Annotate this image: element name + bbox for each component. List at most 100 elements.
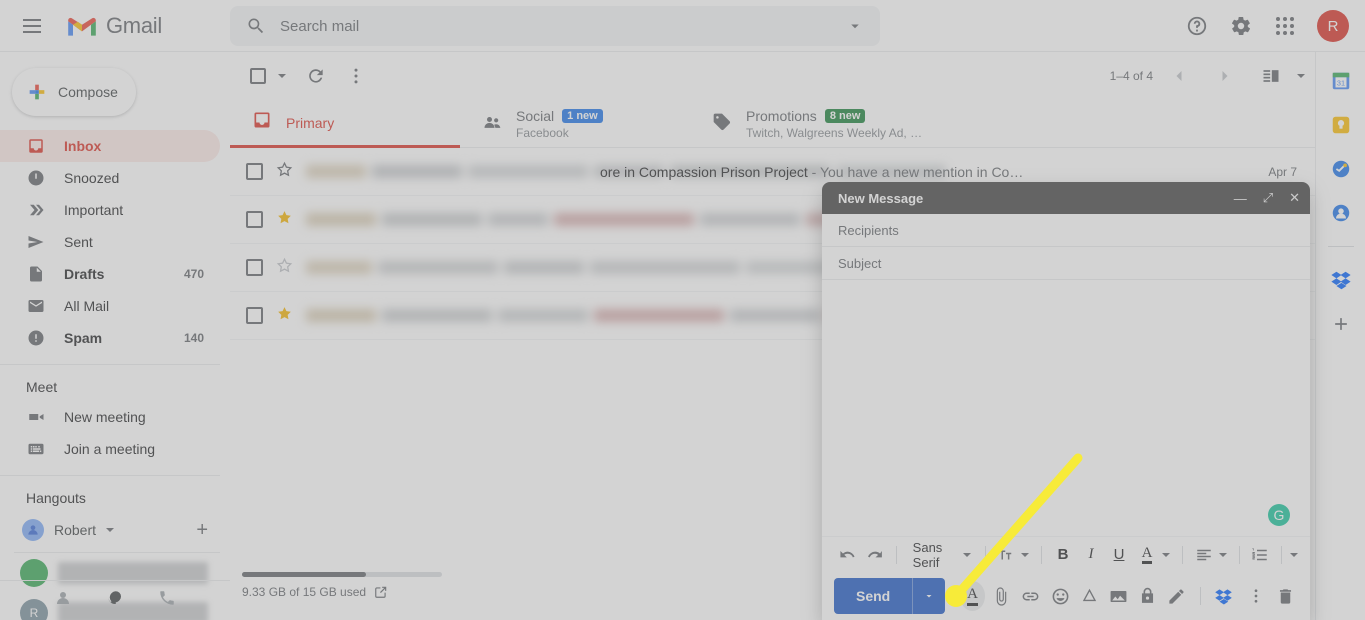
hangouts-add-icon[interactable]: + (196, 519, 208, 542)
select-all-checkbox[interactable] (238, 56, 278, 96)
person-icon[interactable] (54, 589, 72, 612)
select-all-caret-icon[interactable] (278, 74, 286, 78)
video-camera-icon (26, 408, 46, 426)
sidebar-item-inbox[interactable]: Inbox (0, 130, 220, 162)
numbered-list-icon[interactable] (1247, 542, 1273, 568)
hangouts-user[interactable]: Robert + (0, 512, 230, 548)
recipients-field[interactable]: Recipients (822, 214, 1310, 247)
dropbox-icon[interactable] (1330, 269, 1352, 291)
gear-icon[interactable] (1221, 6, 1261, 46)
phone-icon[interactable] (158, 589, 176, 612)
font-family-caret-icon[interactable] (962, 552, 971, 557)
text-color-icon[interactable]: A (1134, 542, 1160, 568)
expand-icon[interactable]: ⤢ (1263, 190, 1273, 206)
sidebar-item-spam[interactable]: Spam 140 (0, 322, 220, 354)
redo-icon[interactable] (862, 542, 888, 568)
row-checkbox[interactable] (246, 163, 263, 180)
undo-icon[interactable] (834, 542, 860, 568)
insert-emoji-icon[interactable] (1048, 581, 1073, 611)
tab-primary[interactable]: Primary (230, 100, 460, 148)
google-contacts-icon[interactable] (1330, 202, 1352, 224)
sidebar-item-drafts[interactable]: Drafts 470 (0, 258, 220, 290)
google-tasks-icon[interactable] (1330, 158, 1352, 180)
google-drive-icon[interactable] (1077, 581, 1102, 611)
apps-grid-icon[interactable] (1265, 6, 1305, 46)
checkbox-icon (250, 68, 266, 84)
discard-draft-icon[interactable] (1273, 581, 1298, 611)
hangouts-footer (0, 580, 230, 620)
toolbar-divider (1238, 545, 1240, 564)
split-pane-caret-icon[interactable] (1297, 74, 1305, 78)
message-body[interactable]: G (822, 280, 1310, 536)
insert-signature-icon[interactable] (1164, 581, 1189, 611)
subject-placeholder: Subject (838, 255, 882, 271)
refresh-button[interactable] (296, 56, 336, 96)
underline-button[interactable]: U (1106, 542, 1132, 568)
sidebar-item-sent[interactable]: Sent (0, 226, 220, 258)
google-keep-icon[interactable] (1330, 114, 1352, 136)
close-icon[interactable]: ✕ (1289, 190, 1300, 206)
align-caret-icon[interactable] (1218, 552, 1227, 557)
hamburger-icon[interactable] (8, 2, 56, 50)
sidebar-item-all-mail[interactable]: All Mail (0, 290, 220, 322)
compose-button[interactable]: Compose (12, 68, 136, 116)
star-icon[interactable] (275, 304, 294, 328)
compose-header[interactable]: New Message — ⤢ ✕ (822, 182, 1310, 214)
next-page-button[interactable] (1205, 56, 1245, 96)
avatar[interactable]: R (1317, 10, 1349, 42)
font-size-caret-icon[interactable] (1021, 552, 1030, 557)
row-checkbox[interactable] (246, 211, 263, 228)
minimize-icon[interactable]: — (1234, 191, 1247, 206)
more-formatting-caret-icon[interactable] (1290, 552, 1299, 557)
insert-photo-icon[interactable] (1106, 581, 1131, 611)
text-color-caret-icon[interactable] (1162, 552, 1171, 557)
category-tabs: Primary Social 1 new Facebook Promotions (230, 100, 1315, 148)
google-calendar-icon[interactable]: 31 (1330, 70, 1352, 92)
confidential-mode-icon[interactable] (1135, 581, 1160, 611)
grammarly-icon[interactable]: G (1268, 504, 1290, 526)
gmail-logo[interactable]: Gmail (66, 13, 162, 39)
plus-icon (29, 84, 45, 100)
hangouts-icon[interactable] (106, 589, 124, 612)
help-icon[interactable] (1177, 6, 1217, 46)
sidebar-item-join-meeting[interactable]: Join a meeting (0, 433, 220, 465)
sidebar-item-snoozed[interactable]: Snoozed (0, 162, 220, 194)
insert-link-icon[interactable] (1018, 581, 1043, 611)
send-button[interactable]: Send (834, 578, 946, 614)
dropbox-icon[interactable] (1210, 581, 1235, 611)
star-icon[interactable] (275, 160, 294, 184)
formatting-toolbar: Sans Serif B I U A (822, 536, 1310, 572)
search-input[interactable] (280, 17, 846, 35)
bold-button[interactable]: B (1050, 542, 1076, 568)
tab-promotions[interactable]: Promotions 8 new Twitch, Walgreens Weekl… (690, 100, 944, 148)
action-divider (1199, 587, 1201, 605)
star-icon[interactable] (275, 208, 294, 232)
more-options-button[interactable] (336, 56, 376, 96)
add-addon-icon[interactable] (1330, 313, 1352, 335)
external-link-icon[interactable] (374, 585, 388, 599)
chevron-down-icon[interactable] (106, 528, 115, 532)
font-size-icon[interactable] (993, 542, 1019, 568)
attach-file-icon[interactable] (989, 581, 1014, 611)
toolbar-divider (984, 545, 986, 564)
more-options-icon[interactable] (1244, 581, 1269, 611)
row-checkbox[interactable] (246, 307, 263, 324)
chevron-down-icon[interactable] (846, 17, 864, 35)
send-options-button[interactable] (913, 590, 945, 602)
sidebar-item-new-meeting[interactable]: New meeting (0, 401, 220, 433)
align-icon[interactable] (1191, 542, 1217, 568)
formatting-options-icon[interactable]: A (959, 581, 986, 611)
prev-page-button[interactable] (1159, 56, 1199, 96)
star-icon[interactable] (275, 256, 294, 280)
subject-field[interactable]: Subject (822, 247, 1310, 280)
font-family-selector[interactable]: Sans Serif (905, 540, 961, 570)
split-pane-button[interactable] (1251, 56, 1291, 96)
inbox-icon (252, 110, 272, 135)
search-bar[interactable] (230, 6, 880, 46)
tab-label: Promotions (746, 108, 817, 124)
toolbar-divider (1182, 545, 1183, 564)
sidebar-item-important[interactable]: Important (0, 194, 220, 226)
row-checkbox[interactable] (246, 259, 263, 276)
tab-social[interactable]: Social 1 new Facebook (460, 100, 690, 148)
italic-button[interactable]: I (1078, 542, 1104, 568)
